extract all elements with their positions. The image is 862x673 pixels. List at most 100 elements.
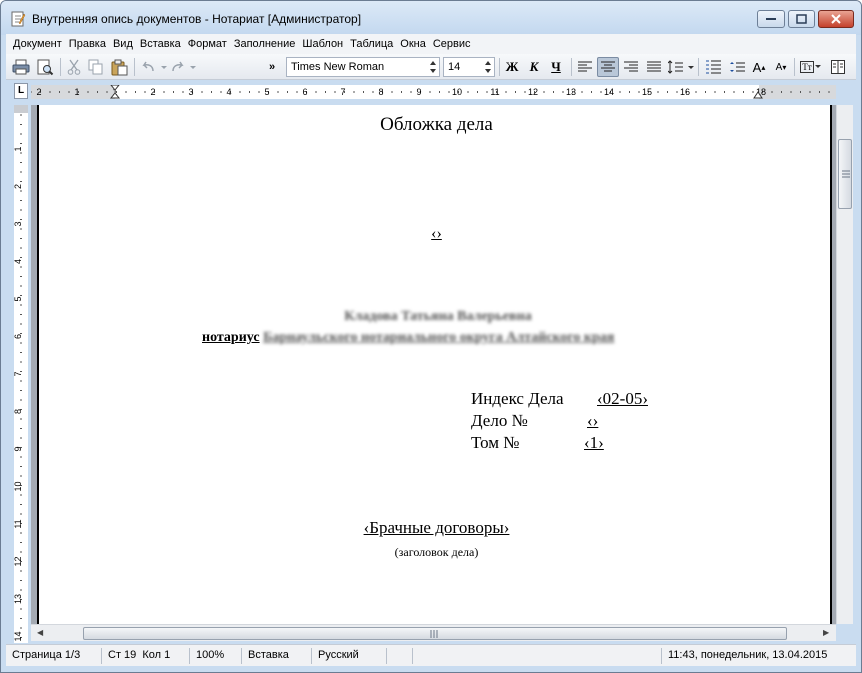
case-heading-caption: (заголовок дела) (394, 545, 479, 559)
restore-button[interactable] (788, 10, 815, 28)
ruler-number: 2 (36, 87, 41, 97)
tab-stop-selector[interactable]: L (14, 83, 28, 99)
status-bar: Страница 1/3 Ст 19 Кол 1 100% Вставка Ру… (6, 644, 856, 666)
case-code-field[interactable]: ‹› (39, 225, 834, 243)
shrink-font-button[interactable]: A ▾ (771, 57, 791, 77)
bold-button[interactable]: Ж (502, 57, 522, 77)
menu-table[interactable]: Таблица (347, 38, 396, 50)
ruler-number: 16 (680, 87, 690, 97)
toolbar-separator (794, 58, 795, 76)
redo-button[interactable] (169, 57, 199, 77)
italic-button[interactable]: К (524, 57, 544, 77)
close-button[interactable] (818, 10, 854, 28)
align-center-button[interactable] (597, 57, 619, 77)
menu-service[interactable]: Сервис (430, 38, 474, 50)
status-language: Русский (312, 647, 387, 664)
underline-button[interactable]: Ч (546, 57, 566, 77)
undo-button[interactable] (138, 57, 168, 77)
font-size-select[interactable]: 14 (443, 57, 495, 77)
menu-document[interactable]: Документ (10, 38, 65, 50)
case-number-field[interactable]: ‹› (587, 411, 598, 431)
print-preview-icon (37, 59, 54, 75)
cover-title: Обложка дела (380, 114, 493, 135)
window-title: Внутренняя опись документов - Нотариат [… (32, 12, 362, 26)
font-name-select[interactable]: Times New Roman (286, 57, 440, 77)
title-bar: Внутренняя опись документов - Нотариат [… (1, 1, 861, 35)
horizontal-scroll-thumb[interactable] (83, 627, 787, 640)
copy-button[interactable] (86, 57, 106, 77)
cut-button[interactable] (64, 57, 84, 77)
grow-font-button[interactable]: A ▴ (749, 57, 769, 77)
columns-button[interactable] (828, 57, 848, 77)
case-number-label: Дело № (471, 411, 528, 430)
document-area[interactable]: Обложка дела ‹› Кладова Татьяна Валерьев… (31, 105, 836, 624)
notary-name: Кладова Татьяна Валерьевна (344, 309, 532, 324)
font-size-value: 14 (448, 61, 461, 73)
ruler-number: 15 (642, 87, 652, 97)
status-position: Ст 19 Кол 1 (102, 647, 190, 664)
menu-edit[interactable]: Правка (66, 38, 109, 50)
vertical-ruler[interactable]: 1 2 3 4 5 6 7 8 9 10 11 12 13 14 (14, 105, 28, 643)
toolbar-overflow-button[interactable]: » (265, 57, 279, 77)
align-left-button[interactable] (574, 57, 596, 77)
grow-font-icon: A (752, 59, 762, 75)
ruler-number: 7 (340, 87, 345, 97)
document-page[interactable]: Обложка дела ‹› Кладова Татьяна Валерьев… (37, 105, 832, 624)
menu-insert[interactable]: Вставка (137, 38, 184, 50)
menu-view[interactable]: Вид (110, 38, 136, 50)
status-empty (387, 647, 413, 664)
ruler-ticks: 2 1 1 2 3 4 5 6 7 8 9 10 11 12 13 14 15 16 18 (31, 85, 830, 99)
ruler-number: 4 (14, 259, 23, 264)
change-case-button[interactable]: Tт (797, 57, 825, 77)
status-page: Страница 1/3 (6, 647, 102, 664)
align-justify-button[interactable] (643, 57, 665, 77)
notary-label: нотариус (202, 330, 260, 345)
app-window: Внутренняя опись документов - Нотариат [… (0, 0, 862, 673)
formatting-toolbar: » Times New Roman 14 Ж К Ч A ▴ A ▾ Tт (6, 54, 856, 80)
ruler-number: 13 (566, 87, 576, 97)
line-spacing-button[interactable] (667, 57, 695, 77)
ruler-number: 3 (14, 221, 23, 226)
bulleted-list-button[interactable] (726, 57, 748, 77)
ruler-number: 5 (14, 296, 23, 301)
case-icon: Tт (800, 61, 814, 73)
case-heading-field[interactable]: ‹Брачные договоры› (39, 518, 834, 538)
ruler-number: 8 (378, 87, 383, 97)
ruler-number: 12 (528, 87, 538, 97)
print-button[interactable] (10, 57, 32, 77)
toolbar-separator (571, 58, 572, 76)
menu-template[interactable]: Шаблон (299, 38, 346, 50)
dropdown-arrow-icon (814, 65, 821, 68)
ruler-number: 10 (452, 87, 462, 97)
ruler-number: 9 (14, 446, 23, 451)
minimize-button[interactable] (757, 10, 785, 28)
horizontal-ruler[interactable]: 2 1 1 2 3 4 5 6 7 8 9 10 11 12 13 14 15 16 18 (31, 85, 836, 99)
scroll-left-icon[interactable]: ◀ (37, 628, 43, 637)
volume-value-field[interactable]: ‹1› (584, 433, 604, 453)
spin-arrows-icon (485, 61, 491, 73)
ruler-ticks: 1234567891011121314 (14, 114, 23, 642)
horizontal-scrollbar[interactable]: ◀ ▶ (31, 624, 836, 641)
numbered-list-button[interactable] (702, 57, 724, 77)
align-right-button[interactable] (620, 57, 642, 77)
menu-fill[interactable]: Заполнение (231, 38, 299, 50)
index-value-field[interactable]: ‹02-05› (597, 389, 648, 409)
menu-format[interactable]: Формат (185, 38, 230, 50)
ruler-number: 12 (14, 556, 23, 566)
close-icon (831, 14, 841, 24)
toolbar-separator (499, 58, 500, 76)
paste-button[interactable] (108, 57, 130, 77)
menu-windows[interactable]: Окна (397, 38, 429, 50)
ruler-number: 2 (150, 87, 155, 97)
ruler-number: 6 (14, 334, 23, 339)
ruler-number: 11 (14, 519, 23, 528)
vertical-scroll-thumb[interactable] (838, 139, 852, 209)
print-preview-button[interactable] (34, 57, 56, 77)
index-label: Индекс Дела (471, 389, 564, 408)
scroll-right-icon[interactable]: ▶ (823, 628, 829, 637)
ruler-number: 7 (14, 371, 23, 376)
redo-icon (172, 61, 196, 72)
vertical-scrollbar[interactable] (836, 105, 853, 624)
ruler-number: 4 (226, 87, 231, 97)
shrink-font-icon: A (775, 61, 783, 73)
